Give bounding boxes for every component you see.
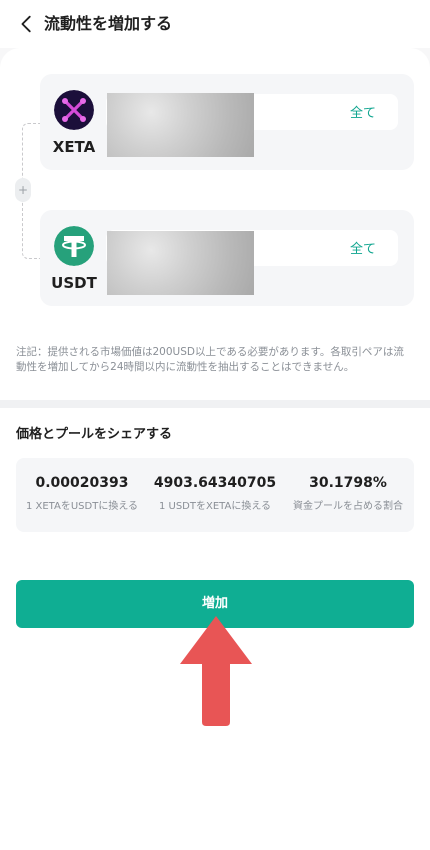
header: 流動性を増加する [0, 0, 430, 48]
token-symbol-usdt: USDT [51, 274, 97, 292]
stat-value: 0.00020393 [35, 475, 129, 491]
page-title: 流動性を増加する [44, 14, 173, 33]
redacted-amount-xeta [107, 93, 254, 157]
notice-text: 注記：提供される市場価値は200USD以上である必要があります。各取引ペアは流動… [16, 346, 404, 373]
stat-label: 1 USDTをXETAに換える [158, 501, 272, 512]
stat-label: 1 XETAをUSDTに換える [25, 501, 139, 512]
arrow-up-icon [180, 616, 252, 726]
max-button-usdt[interactable]: 全て [350, 238, 376, 257]
stat-value: 4903.64340705 [153, 475, 277, 491]
redacted-amount-usdt [107, 231, 254, 295]
price-section-title: 価格とプールをシェアする [16, 427, 173, 442]
token-symbol-xeta: XETA [52, 138, 96, 156]
stat-pool-share: 30.1798% 資金プールを占める割合 [282, 474, 414, 513]
section-divider [0, 400, 430, 408]
max-button-xeta[interactable]: 全て [350, 102, 376, 121]
stat-usdt-to-xeta: 4903.64340705 1 USDTをXETAに換える [149, 474, 281, 513]
chevron-left-icon[interactable] [16, 13, 38, 35]
stat-label: 資金プールを占める割合 [293, 501, 403, 512]
xeta-logo-icon [54, 90, 94, 130]
stat-value: 30.1798% [309, 475, 387, 491]
plus-icon: + [15, 178, 31, 202]
usdt-logo-icon [54, 226, 94, 266]
price-stats-card: 0.00020393 1 XETAをUSDTに換える 4903.64340705… [16, 458, 414, 532]
stat-xeta-to-usdt: 0.00020393 1 XETAをUSDTに換える [16, 474, 148, 513]
